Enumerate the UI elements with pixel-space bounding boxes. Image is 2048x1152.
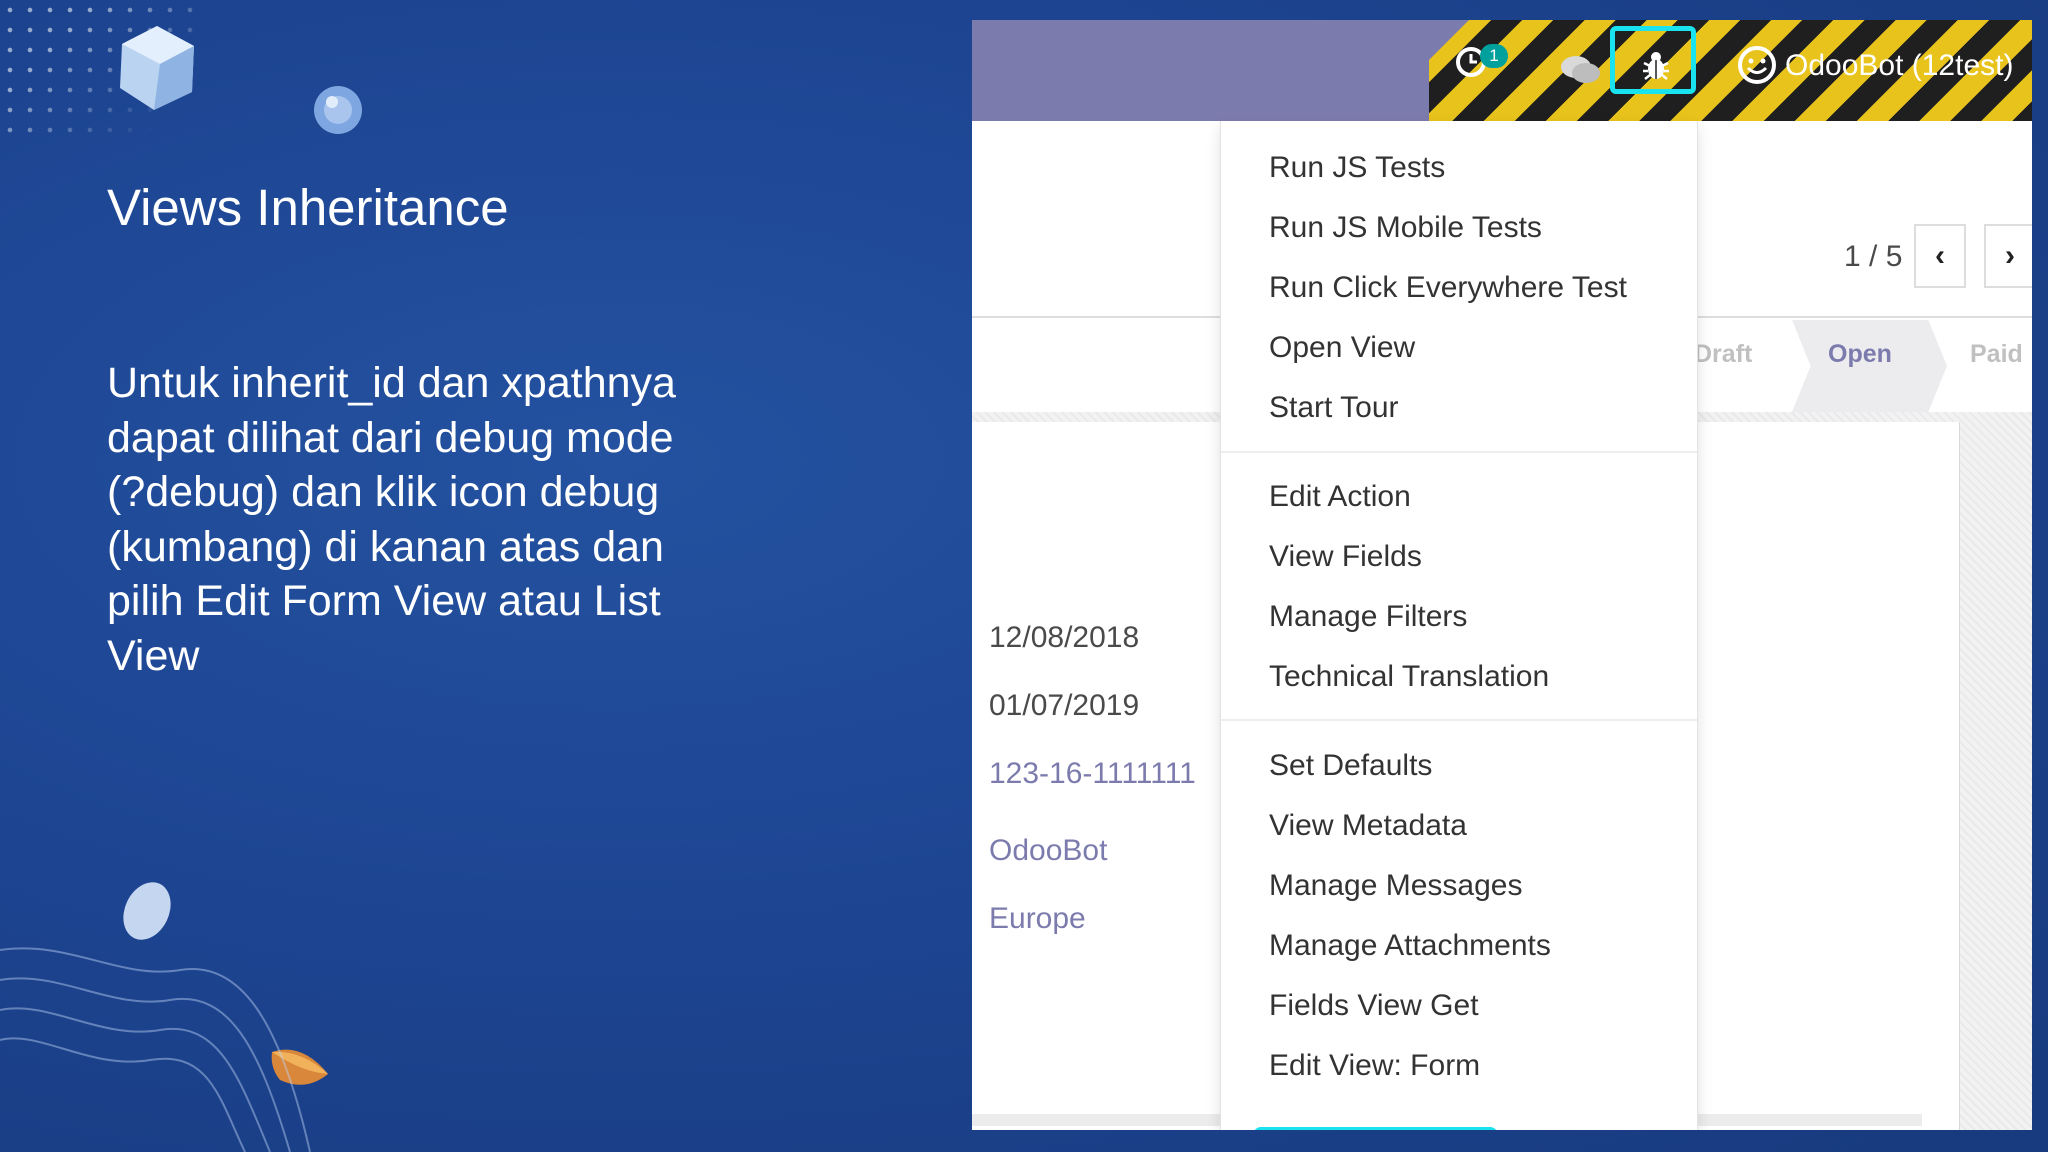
menu-view-metadata[interactable]: View Metadata	[1221, 798, 1697, 854]
menu-manage-attachments[interactable]: Manage Attachments	[1221, 918, 1697, 974]
user-menu-label[interactable]: OdooBot (12test)	[1785, 49, 2013, 83]
pager-next-button[interactable]: ›	[1984, 224, 2032, 288]
due-date-value: 01/07/2019	[989, 689, 1140, 722]
menu-manage-filters[interactable]: Manage Filters	[1221, 589, 1697, 645]
menu-start-tour[interactable]: Start Tour	[1221, 380, 1697, 436]
cube-decoration	[120, 26, 194, 110]
menu-edit-view-form[interactable]: Edit View: Form	[1221, 1038, 1697, 1094]
menu-divider	[1221, 719, 1697, 721]
menu-run-js-tests[interactable]: Run JS Tests	[1221, 140, 1697, 196]
activity-count-badge: 1	[1480, 44, 1508, 68]
menu-edit-action[interactable]: Edit Action	[1221, 469, 1697, 525]
pager-previous-button[interactable]: ‹	[1914, 224, 1966, 288]
messaging-chat-icon[interactable]	[1558, 52, 1602, 88]
menu-open-view[interactable]: Open View	[1221, 320, 1697, 376]
stage-paid[interactable]: Paid	[1970, 340, 2023, 369]
user-avatar-icon[interactable]	[1737, 45, 1777, 85]
slide-title: Views Inheritance	[107, 179, 509, 236]
reference-link[interactable]: 123-16-1111111	[989, 757, 1196, 791]
menu-run-js-mobile-tests[interactable]: Run JS Mobile Tests	[1221, 200, 1697, 256]
menu-manage-messages[interactable]: Manage Messages	[1221, 858, 1697, 914]
menu-view-fields[interactable]: View Fields	[1221, 529, 1697, 585]
debug-dropdown-menu: Run JS Tests Run JS Mobile Tests Run Cli…	[1220, 121, 1698, 1130]
invoice-date-value: 12/08/2018	[989, 621, 1140, 654]
odoo-screenshot-panel: 1 OdooBot (12test) 1 / 5 ‹ › Draft Open …	[972, 20, 2032, 1130]
menu-run-click-everywhere-test[interactable]: Run Click Everywhere Test	[1221, 260, 1697, 316]
wave-lines-decoration	[0, 947, 311, 1152]
stage-draft[interactable]: Draft	[1694, 340, 1752, 369]
menu-set-defaults[interactable]: Set Defaults	[1221, 738, 1697, 794]
menu-divider	[1221, 451, 1697, 453]
menu-technical-translation[interactable]: Technical Translation	[1221, 649, 1697, 705]
menu-fields-view-get[interactable]: Fields View Get	[1221, 978, 1697, 1034]
debug-bug-icon[interactable]	[1642, 50, 1670, 82]
sales-team-link[interactable]: Europe	[989, 902, 1086, 936]
stage-open[interactable]: Open	[1828, 340, 1892, 369]
edit-view-form-highlight	[1253, 1127, 1498, 1130]
sphere-decoration	[314, 86, 362, 134]
slide-body-text: Untuk inherit_id dan xpathnya dapat dili…	[107, 359, 676, 680]
salesperson-link[interactable]: OdooBot	[989, 834, 1107, 868]
pager-value: 1 / 5	[1844, 240, 1903, 273]
